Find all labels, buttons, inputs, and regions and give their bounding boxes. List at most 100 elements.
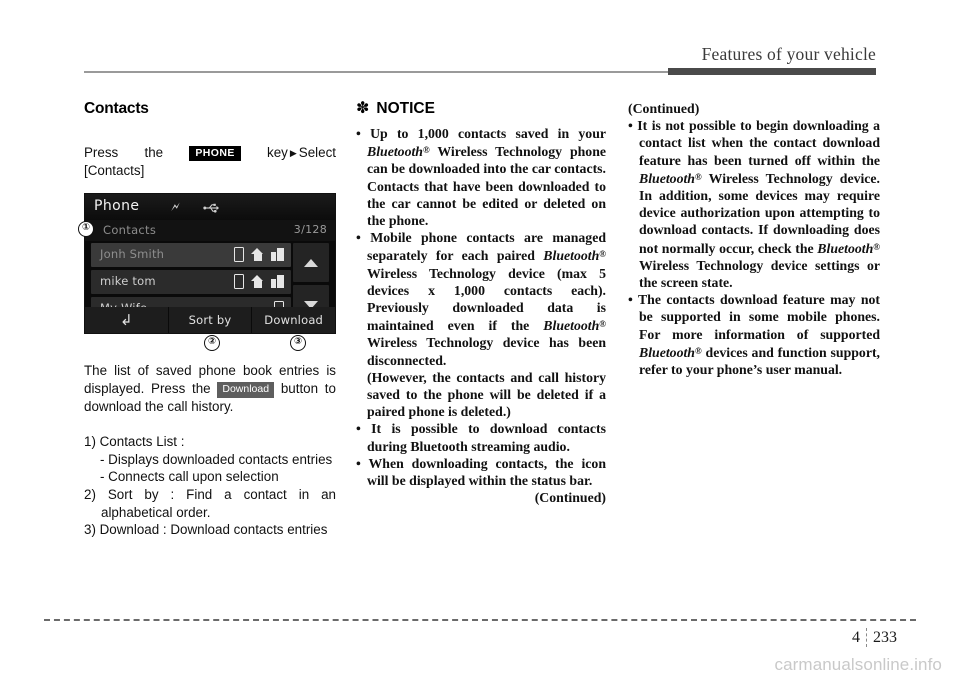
device-top-bar: Phone 🗲	[85, 194, 335, 221]
usb-icon	[203, 201, 221, 213]
download-button[interactable]: Download	[252, 307, 335, 334]
notice-bullet-4: • When downloading contacts, the icon wi…	[356, 455, 606, 489]
the-word: the	[144, 145, 164, 160]
bluetooth-icon: 🗲	[171, 199, 180, 215]
asterisk-icon: ✽	[356, 98, 370, 117]
text-run: The contacts download feature may not be…	[637, 292, 881, 342]
notice-bullet-1: • Up to 1,000 contacts saved in your Blu…	[356, 125, 606, 229]
scroll-up-button[interactable]	[293, 243, 329, 283]
registered-mark: ®	[694, 345, 702, 356]
scroll-up-arrow-icon	[304, 258, 318, 267]
right-column: (Continued) • It is not possible to begi…	[628, 100, 880, 378]
device-screenshot-figure: Phone 🗲 Contacts 3/128 Jonh Smith mike t…	[78, 193, 336, 352]
callout-3: ③	[290, 335, 306, 352]
chevron-right-icon: ▶	[289, 147, 297, 158]
office-icon[interactable]	[271, 275, 284, 289]
notice-bullet-4-text: When downloading contacts, the icon will…	[367, 456, 606, 488]
registered-mark: ®	[599, 319, 606, 330]
table-row[interactable]: Jonh Smith	[91, 243, 291, 268]
header-rule-light	[84, 71, 668, 73]
text-run: It is not possible to begin downloading …	[637, 118, 880, 168]
page-number-value: 233	[873, 629, 897, 646]
phone-key-chip[interactable]: PHONE	[189, 145, 241, 161]
mobile-icon[interactable]	[234, 247, 244, 263]
continued-bullet-1: • It is not possible to begin downloadin…	[628, 117, 880, 291]
home-icon[interactable]	[251, 275, 264, 289]
registered-mark: ®	[422, 145, 430, 156]
notice-bullet-1-text: Up to 1,000 contacts saved in your Bluet…	[367, 126, 606, 228]
footer-divider	[44, 619, 916, 621]
device-sub-title: Contacts	[103, 223, 157, 238]
press-word: Press	[84, 145, 119, 160]
notice-bullet-3: • It is possible to download contacts du…	[356, 420, 606, 454]
press-instruction: Press the PHONE key ▶ Select	[84, 144, 336, 162]
text-run: When downloading contacts, the icon will…	[367, 455, 606, 489]
back-arrow-icon: ↲	[119, 310, 133, 329]
contact-name: Jonh Smith	[100, 247, 165, 262]
office-icon[interactable]	[271, 248, 284, 262]
download-button-chip[interactable]: Download	[217, 381, 275, 398]
bullet-marker: •	[356, 230, 371, 246]
key-word: key	[267, 145, 288, 160]
continued-bullet-1-text: It is not possible to begin downloading …	[637, 118, 880, 290]
list-item: 2) Sort by : Find a contact in an alphab…	[84, 486, 336, 520]
continued-header: (Continued)	[628, 101, 700, 116]
list-item: 1) Contacts List :	[84, 434, 185, 450]
back-button[interactable]: ↲	[85, 307, 169, 334]
continued-label: (Continued)	[534, 490, 606, 506]
bluetooth-wordmark: Bluetooth	[543, 318, 600, 334]
device-sub-bar: Contacts 3/128	[85, 220, 335, 242]
list-item: - Connects call upon selection	[100, 469, 279, 485]
text-run: Wireless Technology device settings or t…	[639, 257, 880, 291]
bullet-marker: •	[356, 455, 369, 471]
registered-mark: ®	[599, 249, 606, 260]
bluetooth-wordmark: Bluetooth	[639, 170, 695, 186]
table-row[interactable]: mike tom	[91, 270, 291, 295]
list-item: - Displays downloaded contacts entries	[100, 451, 333, 467]
left-column: Contacts Press the PHONE key ▶ Select [Con…	[78, 100, 336, 539]
mobile-icon[interactable]	[234, 274, 244, 290]
home-icon[interactable]	[251, 248, 264, 262]
bluetooth-wordmark: Bluetooth	[543, 248, 600, 264]
sort-by-button[interactable]: Sort by	[168, 307, 253, 334]
text-run: Up to 1,000 contacts saved in your	[370, 126, 606, 141]
page-title: Features of your vehicle	[701, 44, 876, 64]
registered-mark: ®	[694, 171, 702, 182]
device-screen-title: Phone	[94, 198, 140, 215]
notice-bullet-3-text: It is possible to download contacts duri…	[367, 421, 606, 453]
page-header: Features of your vehicle	[0, 0, 960, 78]
list-item: 3) Download : Download contacts entries	[84, 522, 328, 538]
device-contact-count: 3/128	[293, 223, 327, 237]
contact-number-icons	[234, 247, 284, 263]
list-description-paragraph: The list of saved phone book entries is …	[84, 362, 336, 415]
page-number: 4 233	[852, 628, 897, 647]
bluetooth-wordmark: Bluetooth	[817, 240, 874, 256]
watermark: carmanualsonline.info	[774, 655, 942, 674]
notice-heading: ✽ NOTICE	[356, 100, 606, 118]
device-bottom-bar: ↲ Sort by Download	[85, 307, 335, 334]
bluetooth-wordmark: Bluetooth	[367, 144, 423, 160]
bullet-marker: •	[628, 118, 638, 134]
text-run: Wireless Technology device has been disc…	[367, 335, 606, 368]
bullet-marker: •	[356, 421, 372, 437]
press-instruction-target: [Contacts]	[84, 162, 145, 178]
bullet-marker: •	[356, 126, 371, 141]
contact-number-icons	[234, 274, 284, 290]
contact-name: mike tom	[100, 274, 156, 289]
continued-bullet-2: • The contacts download feature may not …	[628, 291, 880, 378]
bullet-marker: •	[628, 292, 638, 308]
notice-paren-note: (However, the contacts and call history …	[367, 369, 606, 420]
select-word: Select	[298, 145, 336, 160]
head-unit-screen[interactable]: Phone 🗲 Contacts 3/128 Jonh Smith mike t…	[84, 193, 336, 335]
middle-column: ✽ NOTICE • Up to 1,000 contacts saved in…	[356, 100, 606, 506]
callout-2: ②	[204, 335, 220, 352]
section-title-contacts: Contacts	[84, 100, 149, 117]
registered-mark: ®	[873, 241, 880, 252]
text-run: It is possible to download contacts duri…	[367, 421, 606, 454]
bluetooth-wordmark: Bluetooth	[639, 344, 695, 360]
notice-bullet-2-text: Mobile phone contacts are managed separa…	[367, 230, 606, 367]
continued-bullet-2-text: The contacts download feature may not be…	[638, 292, 880, 377]
header-rule-dark	[668, 68, 876, 75]
chapter-number: 4	[852, 629, 860, 646]
